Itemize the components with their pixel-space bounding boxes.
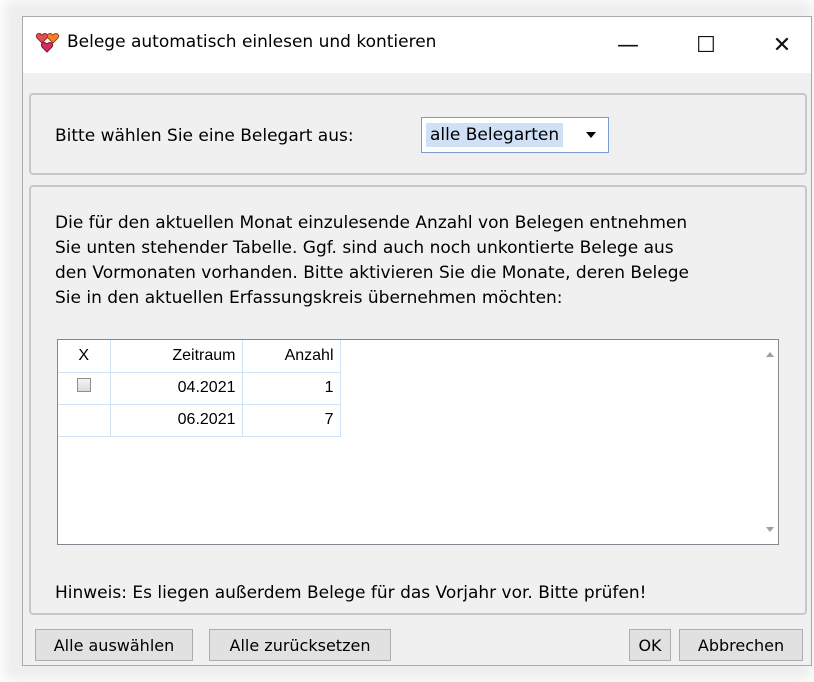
belegart-dropdown[interactable]: alle Belegarten [421,117,609,153]
dialog-window: Belege automatisch einlesen und kontiere… [22,16,812,666]
table-header-row: X Zeitraum Anzahl [58,340,341,373]
hint-text: Hinweis: Es liegen außerdem Belege für d… [55,583,647,603]
row-checkbox[interactable] [76,377,91,392]
chevron-down-icon[interactable] [586,132,596,138]
hearts-icon [36,33,59,53]
months-table-container[interactable]: X Zeitraum Anzahl 04.2021 1 06.2021 7 [57,339,779,545]
months-group: Die für den aktuellen Monat einzulesende… [29,185,807,615]
row-select-cell [58,404,111,437]
column-header-zeitraum[interactable]: Zeitraum [110,340,243,373]
row-select-cell[interactable] [58,372,111,405]
window-title: Belege automatisch einlesen und kontiere… [67,32,437,52]
ok-button[interactable]: OK [629,629,671,661]
belegart-selected-value: alle Belegarten [426,123,564,147]
zeitraum-cell: 06.2021 [110,404,243,437]
table-row[interactable]: 04.2021 1 [58,372,341,405]
description-line: Sie unten stehender Tabelle. Ggf. sind a… [55,238,674,258]
description-text: Die für den aktuellen Monat einzulesende… [55,211,785,311]
description-line: Die für den aktuellen Monat einzulesende… [55,213,688,233]
minimize-button[interactable]: — [593,17,663,73]
select-all-button[interactable]: Alle auswählen [35,629,193,661]
scroll-up-arrow-icon[interactable] [766,352,774,357]
anzahl-cell: 7 [242,404,341,437]
cancel-button[interactable]: Abbrechen [679,629,803,661]
description-line: den Vormonaten vorhanden. Bitte aktivier… [55,263,689,283]
anzahl-cell: 1 [242,372,341,405]
close-button[interactable]: ✕ [747,17,814,73]
column-header-anzahl[interactable]: Anzahl [242,340,341,373]
reset-all-button[interactable]: Alle zurücksetzen [209,629,391,661]
description-line: Sie in den aktuellen Erfassungskreis übe… [55,288,563,308]
zeitraum-cell: 04.2021 [110,372,243,405]
column-header-x[interactable]: X [58,340,111,373]
belegart-label: Bitte wählen Sie eine Belegart aus: [55,126,354,146]
table-row[interactable]: 06.2021 7 [58,404,341,437]
title-bar[interactable]: Belege automatisch einlesen und kontiere… [23,17,811,73]
maximize-button[interactable]: ☐ [671,17,741,73]
belegart-group: Bitte wählen Sie eine Belegart aus: alle… [29,93,807,175]
scroll-down-arrow-icon[interactable] [766,527,774,532]
months-table: X Zeitraum Anzahl 04.2021 1 06.2021 7 [58,340,341,437]
